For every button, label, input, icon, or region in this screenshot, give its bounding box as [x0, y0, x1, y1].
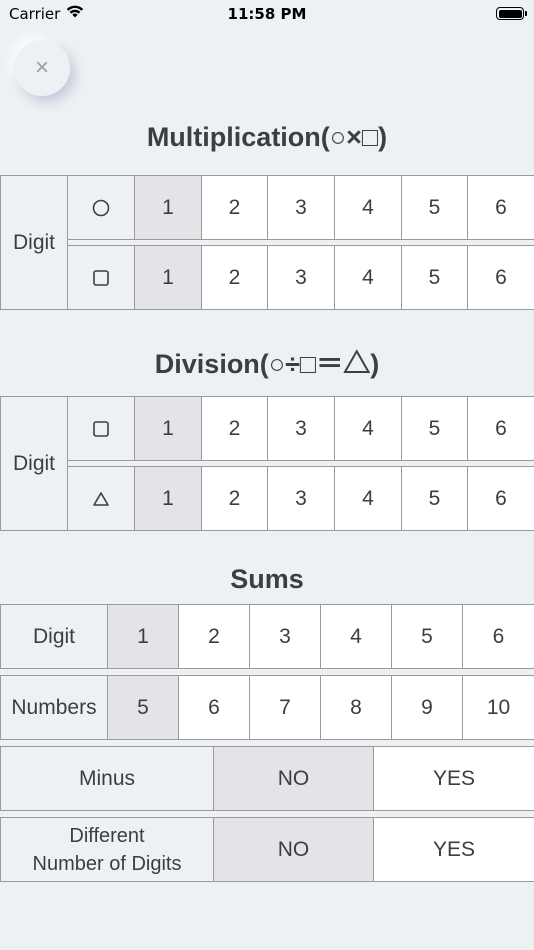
- close-button[interactable]: ×: [14, 40, 70, 96]
- sums-different-digits-no-button[interactable]: NO: [213, 817, 374, 882]
- circle-operand-label: [67, 175, 135, 240]
- triangle-operand-label: [67, 466, 135, 531]
- division-square-option-5[interactable]: 5: [401, 396, 468, 461]
- multiplication-square-option-3[interactable]: 3: [267, 245, 335, 310]
- multiplication-circle-option-1[interactable]: 1: [134, 175, 202, 240]
- sums-numbers-table: Numbers 5 6 7 8 9 10: [0, 675, 534, 740]
- division-triangle-option-3[interactable]: 3: [267, 466, 335, 531]
- sums-digit-table: Digit 1 2 3 4 5 6: [0, 604, 534, 669]
- division-triangle-option-4[interactable]: 4: [334, 466, 402, 531]
- triangle-icon: [93, 492, 109, 506]
- square-operand-label: [67, 396, 135, 461]
- sums-numbers-label: Numbers: [0, 675, 108, 740]
- multiplication-digit-label: Digit: [0, 175, 68, 310]
- circle-icon: [92, 199, 110, 217]
- multiplication-square-option-5[interactable]: 5: [401, 245, 468, 310]
- square-icon: [93, 421, 109, 437]
- division-square-option-2[interactable]: 2: [201, 396, 268, 461]
- sums-different-digits-label: Different Number of Digits: [0, 817, 214, 882]
- sums-numbers-option-7[interactable]: 7: [249, 675, 321, 740]
- division-digit-label: Digit: [0, 396, 68, 531]
- division-square-option-6[interactable]: 6: [467, 396, 534, 461]
- division-triangle-option-2[interactable]: 2: [201, 466, 268, 531]
- multiplication-square-option-2[interactable]: 2: [201, 245, 268, 310]
- square-icon: [93, 270, 109, 286]
- sums-digit-option-1[interactable]: 1: [107, 604, 179, 669]
- multiplication-circle-option-6[interactable]: 6: [467, 175, 534, 240]
- multiplication-circle-option-3[interactable]: 3: [267, 175, 335, 240]
- multiplication-title: Multiplication(○×□): [146, 122, 388, 152]
- sums-minus-yes-button[interactable]: YES: [373, 746, 534, 811]
- sums-digit-option-6[interactable]: 6: [462, 604, 534, 669]
- division-square-option-4[interactable]: 4: [334, 396, 402, 461]
- sums-numbers-option-6[interactable]: 6: [178, 675, 250, 740]
- status-bar: Carrier 11:58 PM: [0, 0, 534, 28]
- sums-numbers-option-5[interactable]: 5: [107, 675, 179, 740]
- sums-numbers-option-8[interactable]: 8: [320, 675, 392, 740]
- multiplication-square-option-6[interactable]: 6: [467, 245, 534, 310]
- division-triangle-option-5[interactable]: 5: [401, 466, 468, 531]
- multiplication-square-option-1[interactable]: 1: [134, 245, 202, 310]
- sums-numbers-option-9[interactable]: 9: [391, 675, 463, 740]
- division-table: Digit 1 2 3 4 5 6 1 2 3 4 5 6: [0, 396, 534, 531]
- sums-different-digits-table: Different Number of Digits NO YES: [0, 817, 534, 882]
- multiplication-table: Digit 1 2 3 4 5 6 1 2 3 4 5 6: [0, 175, 534, 310]
- sums-digit-label: Digit: [0, 604, 108, 669]
- multiplication-circle-option-5[interactable]: 5: [401, 175, 468, 240]
- close-icon: ×: [34, 54, 49, 81]
- multiplication-square-option-4[interactable]: 4: [334, 245, 402, 310]
- multiplication-circle-option-2[interactable]: 2: [201, 175, 268, 240]
- division-square-option-3[interactable]: 3: [267, 396, 335, 461]
- sums-minus-no-button[interactable]: NO: [213, 746, 374, 811]
- division-triangle-option-1[interactable]: 1: [134, 466, 202, 531]
- division-triangle-option-6[interactable]: 6: [467, 466, 534, 531]
- multiplication-circle-option-4[interactable]: 4: [334, 175, 402, 240]
- clock: 11:58 PM: [227, 5, 307, 23]
- sums-digit-option-3[interactable]: 3: [249, 604, 321, 669]
- sums-minus-table: Minus NO YES: [0, 746, 534, 811]
- sums-numbers-option-10[interactable]: 10: [462, 675, 534, 740]
- battery-icon: [496, 7, 527, 20]
- sums-digit-option-5[interactable]: 5: [391, 604, 463, 669]
- different-digits-label-line2: Number of Digits: [32, 852, 182, 875]
- sums-title: Sums: [230, 564, 304, 594]
- sums-different-digits-yes-button[interactable]: YES: [373, 817, 534, 882]
- sums-minus-label: Minus: [0, 746, 214, 811]
- square-operand-label: [67, 245, 135, 310]
- sums-digit-option-2[interactable]: 2: [178, 604, 250, 669]
- division-title: Division(○÷□＝△): [154, 349, 380, 379]
- division-square-option-1[interactable]: 1: [134, 396, 202, 461]
- sums-digit-option-4[interactable]: 4: [320, 604, 392, 669]
- different-digits-label-line1: Different: [69, 824, 145, 847]
